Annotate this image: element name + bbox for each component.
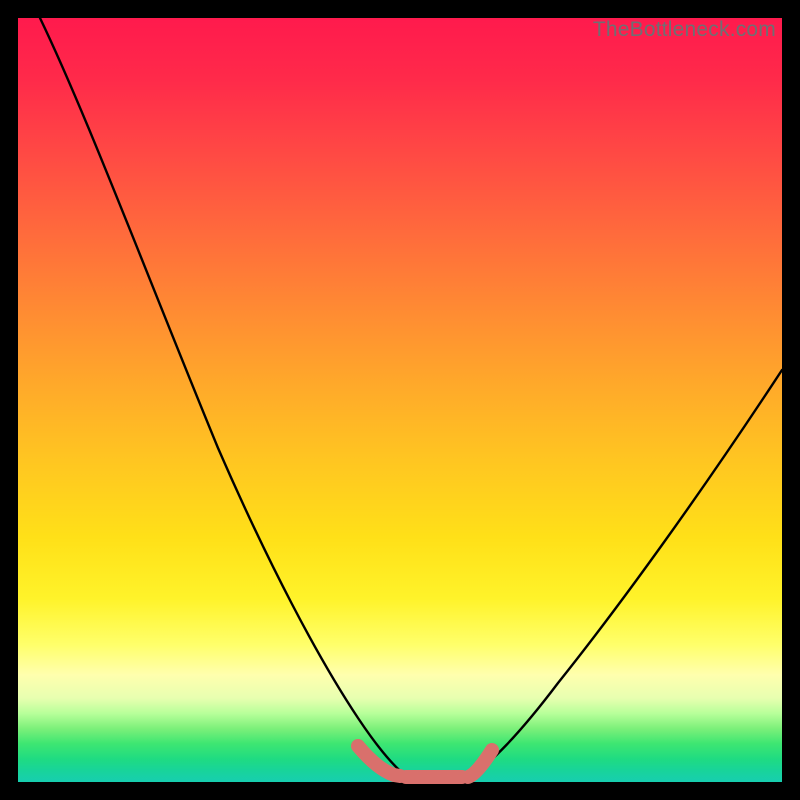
left-curve <box>40 18 406 776</box>
plot-area: TheBottleneck.com <box>18 18 782 782</box>
chart-frame: TheBottleneck.com <box>0 0 800 800</box>
curve-layer <box>18 18 782 782</box>
right-curve <box>470 370 782 776</box>
valley-marker <box>358 746 492 777</box>
